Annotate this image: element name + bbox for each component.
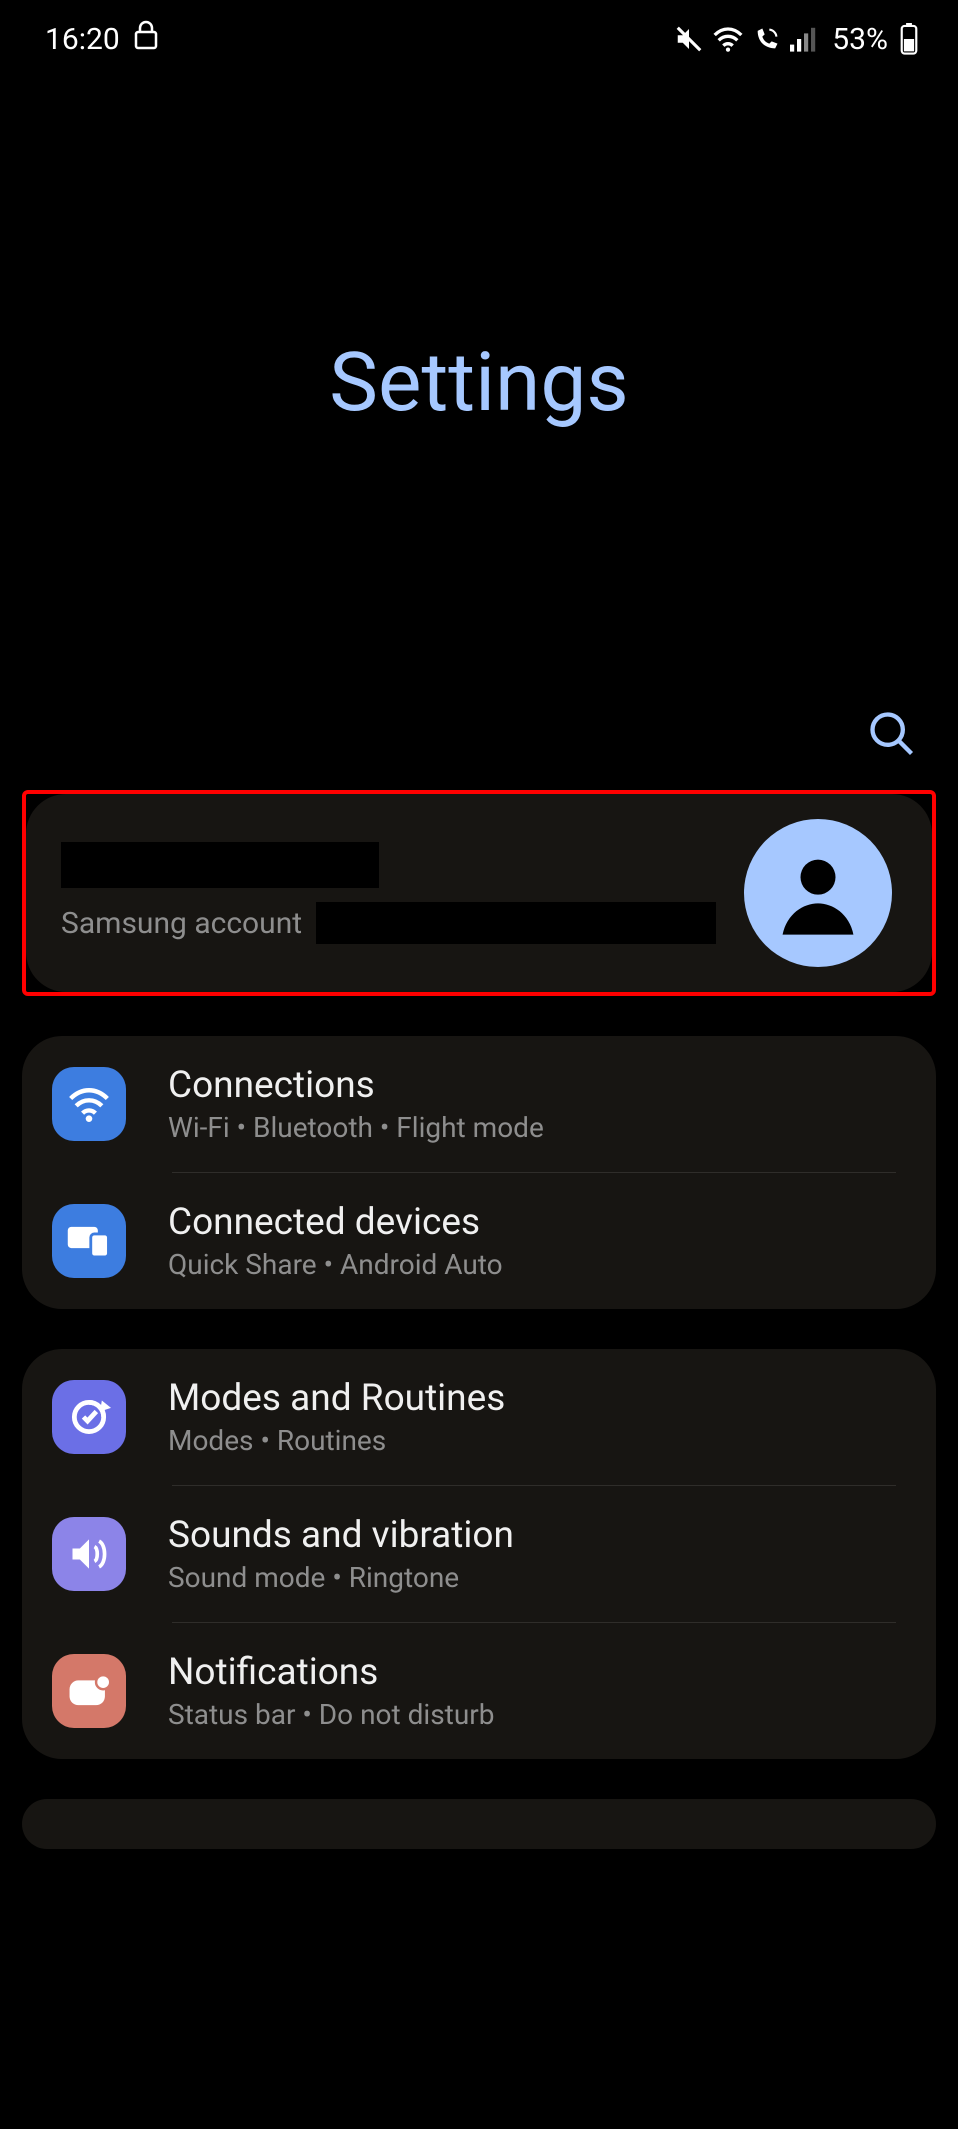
settings-item-sub: Sound mode • Ringtone [168, 1561, 514, 1594]
settings-item-title: Modes and Routines [168, 1377, 505, 1420]
account-label: Samsung account [61, 906, 302, 941]
notifications-icon [52, 1654, 126, 1728]
samsung-account-card[interactable]: Samsung account [22, 790, 936, 996]
account-email-redacted [316, 902, 716, 944]
devices-icon [52, 1204, 126, 1278]
wifi-icon [52, 1067, 126, 1141]
battery-percent: 53% [832, 22, 888, 57]
settings-item-sub: Quick Share • Android Auto [168, 1248, 503, 1281]
settings-group-connections: Connections Wi-Fi • Bluetooth • Flight m… [22, 1036, 936, 1309]
search-button[interactable] [866, 708, 918, 760]
sound-icon [52, 1517, 126, 1591]
settings-group-system: Modes and Routines Modes • Routines Soun… [22, 1349, 936, 1759]
signal-icon [790, 26, 818, 52]
mute-icon [674, 24, 704, 54]
settings-item-title: Notifications [168, 1651, 494, 1694]
clock: 16:20 [45, 22, 120, 57]
routines-icon [52, 1380, 126, 1454]
settings-item-sub: Status bar • Do not disturb [168, 1698, 494, 1731]
settings-item-connected-devices[interactable]: Connected devices Quick Share • Android … [22, 1173, 936, 1309]
settings-item-title: Connected devices [168, 1201, 503, 1244]
settings-item-notifications[interactable]: Notifications Status bar • Do not distur… [22, 1623, 936, 1759]
settings-item-modes[interactable]: Modes and Routines Modes • Routines [22, 1349, 936, 1485]
avatar [744, 819, 892, 967]
lock-icon [134, 20, 158, 58]
settings-item-sub: Wi-Fi • Bluetooth • Flight mode [168, 1111, 544, 1144]
settings-item-title: Connections [168, 1064, 544, 1107]
settings-group-next [22, 1799, 936, 1849]
settings-item-title: Sounds and vibration [168, 1514, 514, 1557]
account-name-redacted [61, 842, 379, 888]
wifi-icon [712, 25, 744, 53]
wifi-calling-icon [752, 25, 782, 53]
settings-item-connections[interactable]: Connections Wi-Fi • Bluetooth • Flight m… [22, 1036, 936, 1172]
settings-item-sounds[interactable]: Sounds and vibration Sound mode • Ringto… [22, 1486, 936, 1622]
page-header: Settings [0, 58, 958, 708]
settings-item-sub: Modes • Routines [168, 1424, 505, 1457]
battery-icon [900, 23, 918, 55]
status-bar: 16:20 53% [0, 0, 958, 58]
page-title: Settings [329, 335, 628, 431]
